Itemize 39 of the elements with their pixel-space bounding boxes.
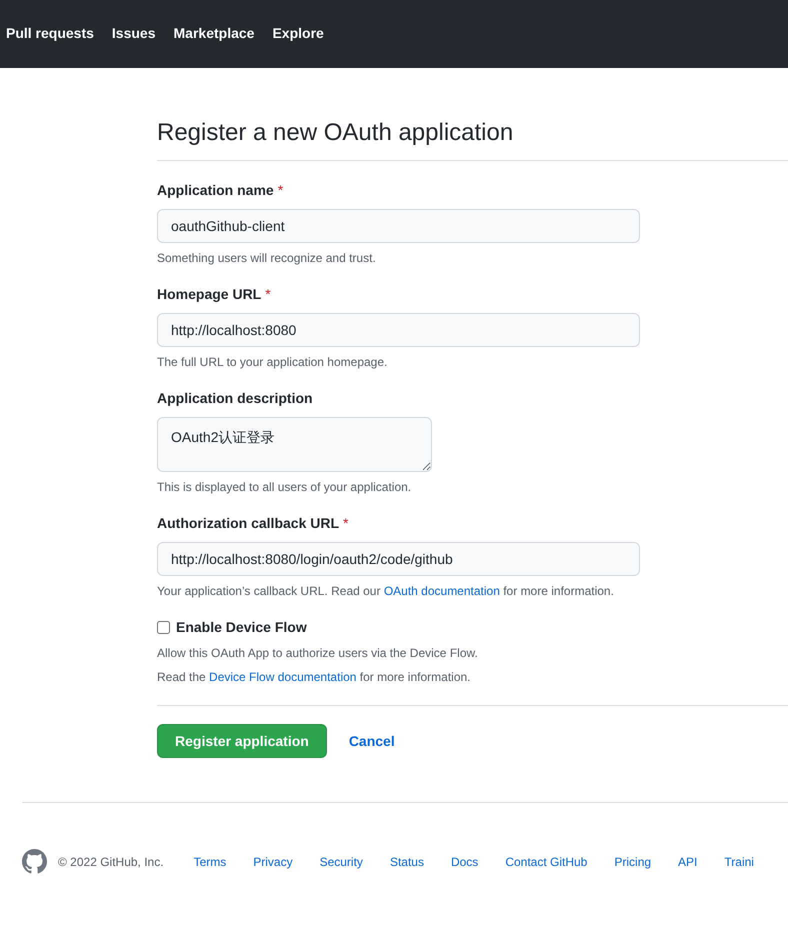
- nav-link[interactable]: Issues: [112, 22, 156, 46]
- footer-link[interactable]: Terms: [194, 852, 226, 870]
- field-hint: Allow this OAuth App to authorize users via the Device Flow.: [157, 645, 479, 662]
- field-label: Homepage URL: [157, 285, 262, 304]
- cancel-link[interactable]: Cancel: [348, 730, 395, 752]
- footer-link[interactable]: Pricing: [614, 852, 652, 870]
- page-title: Register a new OAuth application: [157, 115, 788, 161]
- field-label: Application description: [157, 389, 313, 408]
- footer-link[interactable]: Security: [320, 852, 363, 870]
- field-label: Application name: [157, 181, 274, 200]
- register-button[interactable]: Register application: [157, 724, 327, 758]
- documentation-link[interactable]: OAuth documentation: [384, 584, 500, 598]
- required-asterisk: *: [265, 285, 271, 304]
- text-input[interactable]: oauthGithub-client: [157, 209, 640, 243]
- field-hint: This is displayed to all users of your application.: [157, 479, 412, 496]
- documentation-link[interactable]: Device Flow documentation: [209, 670, 356, 684]
- footer-link[interactable]: Traini: [724, 852, 754, 870]
- footer-link[interactable]: Docs: [450, 852, 478, 870]
- field-hint: The full URL to your application homepage.: [157, 354, 388, 371]
- logo-icon[interactable]: [22, 849, 47, 874]
- field-label: Authorization callback URL: [157, 514, 340, 533]
- text-input[interactable]: http://localhost:8080/login/oauth2/code/github: [157, 542, 640, 576]
- footer-link[interactable]: Privacy: [253, 852, 293, 870]
- checkbox[interactable]: [157, 621, 170, 634]
- nav-link[interactable]: Explore: [272, 22, 324, 46]
- required-asterisk: *: [343, 514, 348, 533]
- nav-link[interactable]: Marketplace: [174, 22, 254, 46]
- copyright-text: © 2022 GitHub, Inc.: [58, 854, 164, 870]
- field-hint: Read the Device Flow documentation for more information.: [157, 669, 472, 686]
- checkbox-label: Enable Device Flow: [176, 618, 307, 637]
- field-hint: Your application’s callback URL. Read our OAuth documentation for more information.: [157, 583, 615, 600]
- footer-link[interactable]: Status: [390, 852, 424, 870]
- footer-link[interactable]: API: [678, 852, 698, 870]
- description-textarea[interactable]: OAuth2认证登录: [157, 417, 432, 472]
- footer-link[interactable]: Contact GitHub: [505, 852, 588, 870]
- nav-link[interactable]: Pull requests: [6, 22, 94, 46]
- field-hint: Something users will recognize and trust.: [157, 250, 377, 267]
- text-input[interactable]: http://localhost:8080: [157, 313, 640, 347]
- required-asterisk: *: [278, 181, 284, 200]
